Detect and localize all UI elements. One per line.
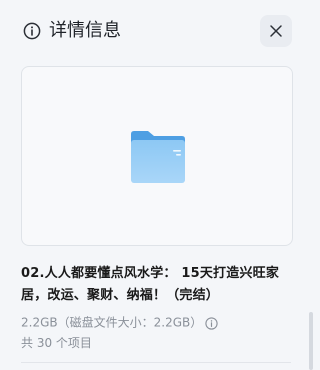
panel-header: 详情信息: [0, 0, 314, 62]
close-button[interactable]: [260, 15, 292, 47]
details-panel: 详情信息 02.人人都要懂点风水学： 15天打造兴旺家居，改运、聚财、纳福！（完…: [0, 0, 314, 370]
file-name: 02.人人都要懂点风水学： 15天打造兴旺家居，改运、聚财、纳福！（完结）: [21, 266, 280, 303]
size-info-icon[interactable]: [205, 316, 218, 330]
panel-title: 详情信息: [49, 20, 121, 41]
file-preview-card: [21, 66, 293, 246]
folder-icon: [129, 130, 187, 188]
info-circle-icon: [23, 22, 41, 40]
file-size-row: 2.2GB（磁盘文件大小：2.2GB）: [21, 312, 218, 332]
close-icon: [270, 25, 282, 37]
scrollbar[interactable]: [309, 312, 313, 370]
item-count: 共 30 个项目: [21, 336, 92, 350]
divider: [21, 362, 291, 363]
file-size-label: 2.2GB（磁盘文件大小：2.2GB）: [21, 315, 203, 330]
